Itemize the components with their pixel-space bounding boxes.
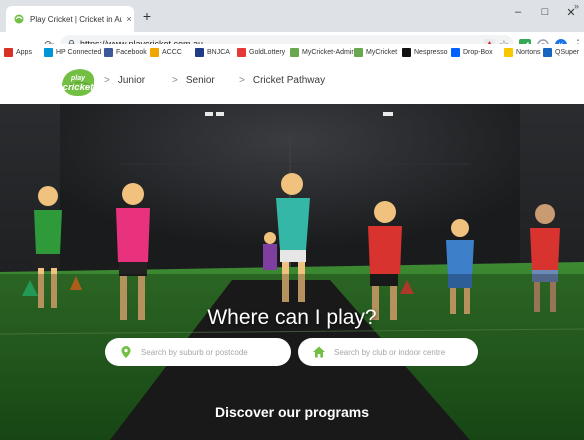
- browser-tab-strip: Play Cricket | Cricket in Australia × + …: [0, 0, 584, 32]
- nav-cricket-pathway[interactable]: > Cricket Pathway: [239, 75, 325, 86]
- bookmark-label: HP Connected: [56, 48, 102, 56]
- bookmark-label: Nortons: [516, 48, 541, 56]
- logo-line2: cricket: [63, 82, 94, 93]
- bookmark-label: MyCricket-Admin: [302, 48, 356, 56]
- cricket-favicon-icon: [14, 14, 24, 24]
- hero-headline: Where can I play?: [207, 306, 377, 329]
- qsuper-icon: [543, 47, 552, 57]
- apps-grid-icon: [4, 47, 13, 57]
- bnjca-icon: [195, 47, 204, 57]
- browser-tab[interactable]: Play Cricket | Cricket in Australia ×: [6, 6, 134, 32]
- bookmark-label: QSuper: [555, 48, 580, 56]
- bookmark-label: BNJCA: [207, 48, 230, 56]
- facebook-icon: [104, 47, 113, 57]
- bookmark-label: Apps: [16, 48, 32, 56]
- bookmark-item[interactable]: GoldLottery: [237, 46, 285, 58]
- tab-close-icon[interactable]: ×: [124, 14, 134, 24]
- maximize-button[interactable]: □: [535, 6, 555, 18]
- accc-icon: [150, 47, 159, 57]
- play-cricket-logo[interactable]: play cricket: [58, 64, 98, 100]
- bookmark-label: Nespresso: [414, 48, 448, 56]
- nav-junior[interactable]: > Junior: [104, 75, 145, 86]
- bookmark-item[interactable]: MyCricket-Admin: [290, 46, 355, 58]
- minimize-button[interactable]: –: [508, 6, 528, 18]
- nespresso-icon: [402, 47, 411, 57]
- bookmarks-overflow-icon[interactable]: »: [574, 1, 579, 11]
- suburb-search-box[interactable]: Search by suburb or postcode: [105, 338, 291, 366]
- chevron-right-icon: >: [104, 75, 110, 86]
- site-header: play cricket > Junior > Senior > Cricket…: [0, 60, 584, 105]
- bookmark-item[interactable]: BNJCA: [195, 46, 230, 58]
- hp-icon: [44, 47, 53, 57]
- discover-programs-heading[interactable]: Discover our programs: [0, 404, 584, 420]
- norton-icon: [504, 47, 513, 57]
- bookmark-item[interactable]: Facebook: [104, 46, 147, 58]
- nav-senior-label: Senior: [185, 75, 215, 86]
- new-tab-button[interactable]: +: [140, 9, 154, 23]
- bookmark-label: ACCC: [162, 48, 182, 56]
- goldlottery-icon: [237, 47, 246, 57]
- logo-line1: play: [70, 75, 86, 82]
- bookmark-item[interactable]: QSuper: [543, 46, 579, 58]
- bookmark-item[interactable]: Nortons: [504, 46, 541, 58]
- bookmark-label: Facebook: [116, 48, 147, 56]
- bookmark-item[interactable]: HP Connected: [44, 46, 101, 58]
- hero-photo: [0, 104, 584, 440]
- nav-junior-label: Junior: [117, 75, 146, 86]
- bookmarks-bar: Apps HP Connected Facebook ACCC BNJCA GoldLot…: [0, 44, 584, 60]
- chevron-right-icon: >: [172, 75, 178, 86]
- bookmark-label: GoldLottery: [249, 48, 286, 56]
- bookmark-item[interactable]: Drop-Box: [451, 46, 493, 58]
- nav-senior[interactable]: > Senior: [172, 75, 215, 86]
- bookmark-item[interactable]: Nespresso: [402, 46, 447, 58]
- child-figure: [263, 232, 277, 270]
- home-icon: [313, 346, 325, 358]
- hero-banner: Where can I play? Search by suburb or po…: [0, 104, 584, 440]
- cricket-icon: [354, 47, 363, 57]
- map-pin-icon: [121, 346, 131, 358]
- tab-title: Play Cricket | Cricket in Australia: [30, 14, 122, 24]
- cricket-icon: [290, 47, 299, 57]
- nav-cricket-pathway-label: Cricket Pathway: [252, 75, 326, 86]
- chevron-right-icon: >: [239, 75, 245, 86]
- club-search-input[interactable]: Search by club or indoor centre: [334, 348, 445, 357]
- suburb-search-input[interactable]: Search by suburb or postcode: [141, 348, 248, 357]
- dropbox-icon: [451, 47, 460, 57]
- club-search-box[interactable]: Search by club or indoor centre: [298, 338, 478, 366]
- bookmark-label: Drop-Box: [463, 48, 493, 56]
- bookmark-item[interactable]: MyCricket: [354, 46, 397, 58]
- bookmark-item[interactable]: Apps: [4, 46, 32, 58]
- bookmark-item[interactable]: ACCC: [150, 46, 182, 58]
- bookmark-label: MyCricket: [366, 48, 398, 56]
